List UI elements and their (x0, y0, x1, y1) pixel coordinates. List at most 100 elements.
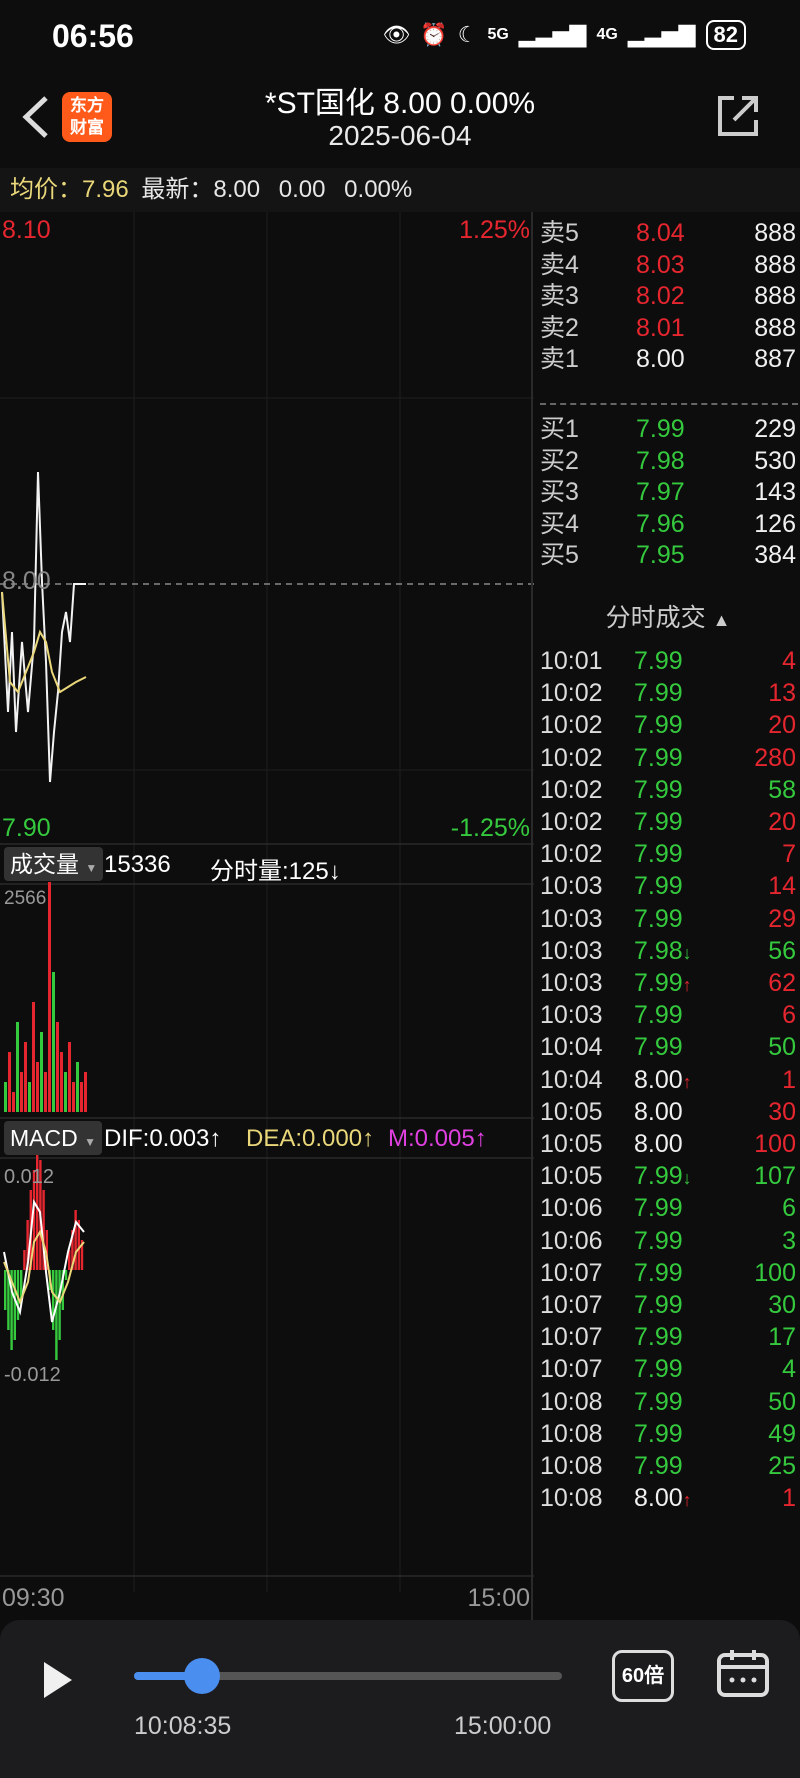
alarm-icon: ⏰ (420, 22, 448, 47)
bid-row[interactable]: 买3 7.97 143 (536, 475, 796, 509)
tick-row[interactable]: 10:03 7.98↓ 56 (536, 934, 796, 968)
stock-title: *ST国化 8.00 0.00% (264, 87, 536, 120)
macd-indicator-dropdown[interactable]: MACD ▼ (4, 1121, 103, 1155)
tick-price-text: 7.99 (634, 743, 683, 772)
tick-time: 10:08 (540, 1484, 603, 1513)
tick-row[interactable]: 10:06 7.99 6 (536, 1191, 796, 1225)
tick-row[interactable]: 10:08 7.99 25 (536, 1449, 796, 1483)
tick-row[interactable]: 10:03 7.99 14 (536, 869, 796, 903)
tick-row[interactable]: 10:03 7.99 29 (536, 902, 796, 936)
arrow-up-icon: ↑ (209, 1125, 222, 1152)
tick-row[interactable]: 10:01 7.99 4 (536, 644, 796, 678)
tick-volume: 17 (768, 1323, 796, 1352)
network-5g-label: 5G (487, 26, 509, 43)
intraday-chart-area[interactable]: 8.10 1.25% 8.00 7.90 -1.25% 成交量 ▼ 15336 … (0, 212, 534, 1620)
volume-indicator-dropdown[interactable]: 成交量 ▼ (4, 847, 104, 881)
ask-row[interactable]: 卖3 8.02 888 (536, 279, 796, 313)
tick-price-text: 7.99 (634, 1291, 683, 1319)
calendar-button[interactable] (716, 1648, 770, 1698)
ask-row[interactable]: 卖5 8.04 888 (536, 216, 796, 250)
ask-row[interactable]: 卖4 8.03 888 (536, 248, 796, 282)
tick-row[interactable]: 10:02 7.99 58 (536, 773, 796, 807)
speed-button[interactable]: 60倍 (612, 1650, 674, 1702)
ask-row[interactable]: 卖2 8.01 888 (536, 311, 796, 345)
avg-price-value: 7.96 (82, 176, 129, 203)
bid-volume: 229 (754, 415, 796, 443)
tick-row[interactable]: 10:07 7.99 100 (536, 1256, 796, 1290)
price-ref-label: 8.00 (2, 567, 51, 595)
bid-row[interactable]: 买2 7.98 530 (536, 444, 796, 478)
ask-row[interactable]: 卖1 8.00 887 (536, 342, 796, 376)
ticks-header[interactable]: 分时成交 ▲ (536, 600, 800, 636)
tick-price-text: 7.99 (634, 1033, 683, 1062)
dropdown-arrow-icon: ▼ (84, 1135, 97, 1149)
tick-price: 8.00↑ (634, 1063, 692, 1099)
battery-level: 82 (705, 20, 746, 50)
tick-row[interactable]: 10:07 7.99 30 (536, 1288, 796, 1322)
tick-row[interactable]: 10:04 7.99 50 (536, 1030, 796, 1064)
tick-price-text: 7.99 (634, 1001, 683, 1030)
tick-volume: 7 (782, 840, 796, 869)
tick-arrow-icon: ↑ (682, 975, 692, 995)
tick-price: 7.99 (634, 644, 683, 680)
tick-price: 7.98↓ (634, 934, 692, 970)
bid-label: 买5 (540, 541, 579, 569)
tick-row[interactable]: 10:05 7.99↓ 107 (536, 1159, 796, 1193)
tick-row[interactable]: 10:03 7.99↑ 62 (536, 966, 796, 1000)
bid-row[interactable]: 买1 7.99 229 (536, 412, 796, 446)
tick-row[interactable]: 10:08 7.99 50 (536, 1385, 796, 1419)
tick-row[interactable]: 10:02 7.99 280 (536, 741, 796, 775)
tick-row[interactable]: 10:04 8.00↑ 1 (536, 1063, 796, 1097)
tick-row[interactable]: 10:08 8.00↑ 1 (536, 1481, 796, 1515)
price-low-label: 7.90 (2, 814, 51, 842)
latest-value: 8.00 (213, 176, 261, 203)
macd-m: M:0.005↑ (388, 1125, 487, 1153)
volume-max-label: 2566 (4, 888, 47, 909)
playback-end-time: 15:00:00 (454, 1712, 552, 1740)
tick-volume: 50 (768, 1387, 796, 1416)
tick-volume: 30 (768, 1291, 796, 1319)
tick-row[interactable]: 10:02 7.99 13 (536, 676, 796, 710)
volume-bar (64, 1072, 67, 1112)
tick-row[interactable]: 10:05 8.00 100 (536, 1127, 796, 1161)
tick-price: 8.00↑ (634, 1481, 692, 1517)
tick-row[interactable]: 10:02 7.99 7 (536, 837, 796, 871)
tick-time: 10:03 (540, 1001, 603, 1030)
bid-row[interactable]: 买5 7.95 384 (536, 538, 796, 572)
tick-row[interactable]: 10:06 7.99 3 (536, 1224, 796, 1258)
macd-min-label: -0.012 (4, 1364, 61, 1386)
playback-slider-handle[interactable] (184, 1658, 221, 1694)
macd-bar (4, 1270, 7, 1310)
macd-bar (74, 1210, 77, 1270)
tick-price-text: 7.99 (634, 1419, 683, 1448)
back-button[interactable] (18, 92, 58, 142)
tick-row[interactable]: 10:07 7.99 4 (536, 1352, 796, 1386)
play-icon (44, 1662, 72, 1698)
tick-price: 7.99 (634, 773, 683, 809)
play-button[interactable] (40, 1658, 76, 1702)
pct-high-label: 1.25% (459, 216, 530, 244)
app-logo[interactable]: 东方 财富 (62, 92, 112, 142)
bid-row[interactable]: 买4 7.96 126 (536, 507, 796, 541)
tick-row[interactable]: 10:02 7.99 20 (536, 805, 796, 839)
tick-row[interactable]: 10:07 7.99 17 (536, 1320, 796, 1354)
tick-arrow-icon: ↓ (682, 1168, 692, 1189)
status-icons: 👁 ⏰ ☾ 5G ▂▃▅▇ 4G ▂▃▅▇ 82 (382, 20, 746, 50)
tick-volume: 1 (782, 1484, 796, 1513)
share-button[interactable] (716, 94, 760, 138)
tick-price-text: 8.00 (634, 1065, 683, 1094)
macd-dif: DIF:0.003↑ (104, 1125, 221, 1153)
tick-time: 10:02 (540, 711, 603, 740)
tick-row[interactable]: 10:08 7.99 49 (536, 1417, 796, 1451)
tick-row[interactable]: 10:02 7.99 20 (536, 708, 796, 742)
status-time: 06:56 (52, 18, 134, 54)
ask-price: 8.02 (636, 282, 685, 310)
tick-price-text: 7.99 (634, 1162, 683, 1191)
tick-row[interactable]: 10:05 8.00 30 (536, 1095, 796, 1129)
tick-time: 10:04 (540, 1065, 603, 1094)
ask-label: 卖1 (540, 345, 579, 373)
tick-row[interactable]: 10:03 7.99 6 (536, 998, 796, 1032)
volume-bar (48, 882, 51, 1112)
tick-price-text: 7.99 (634, 969, 683, 997)
macd-max-label: 0.012 (4, 1166, 55, 1188)
